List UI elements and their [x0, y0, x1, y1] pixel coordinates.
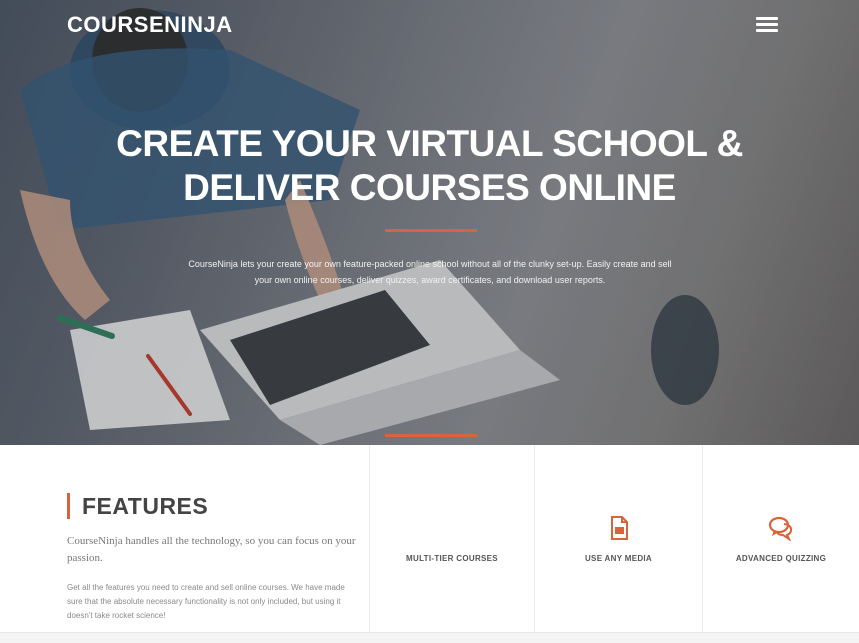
hero-section: COURSENINJA CREATE YOUR VIRTUAL SCHOOL &…: [0, 0, 859, 445]
hero-title-line1: CREATE YOUR VIRTUAL SCHOOL &: [116, 123, 743, 164]
feature-card-quizzing[interactable]: ADVANCED QUIZZING: [702, 445, 859, 643]
site-logo[interactable]: COURSENINJA: [67, 12, 233, 38]
feature-card-media[interactable]: USE ANY MEDIA: [534, 445, 702, 643]
features-heading: FEATURES: [67, 493, 357, 519]
features-intro: FEATURES CourseNinja handles all the tec…: [67, 493, 357, 623]
hero-divider: [385, 229, 477, 232]
hero-background-image: [0, 0, 859, 445]
chat-bubbles-icon: [768, 516, 793, 541]
feature-label: USE ANY MEDIA: [584, 554, 653, 563]
features-section: FEATURES CourseNinja handles all the tec…: [0, 445, 859, 643]
hero-description: CourseNinja lets your create your own fe…: [188, 259, 672, 285]
hero-title-line2: DELIVER COURSES ONLINE: [183, 167, 676, 208]
features-lead: CourseNinja handles all the technology, …: [67, 535, 356, 564]
hamburger-menu-icon[interactable]: [756, 17, 778, 35]
features-body: Get all the features you need to create …: [67, 583, 345, 620]
feature-label: ADVANCED QUIZZING: [735, 554, 827, 563]
media-file-icon: [610, 516, 628, 540]
feature-label: MULTI-TIER COURSES: [406, 554, 498, 563]
hero-title: CREATE YOUR VIRTUAL SCHOOL & DELIVER COU…: [0, 122, 859, 210]
feature-card-multi-tier[interactable]: MULTI-TIER COURSES: [369, 445, 534, 643]
page-bottom-edge: [0, 632, 859, 643]
section-divider: [385, 434, 477, 437]
